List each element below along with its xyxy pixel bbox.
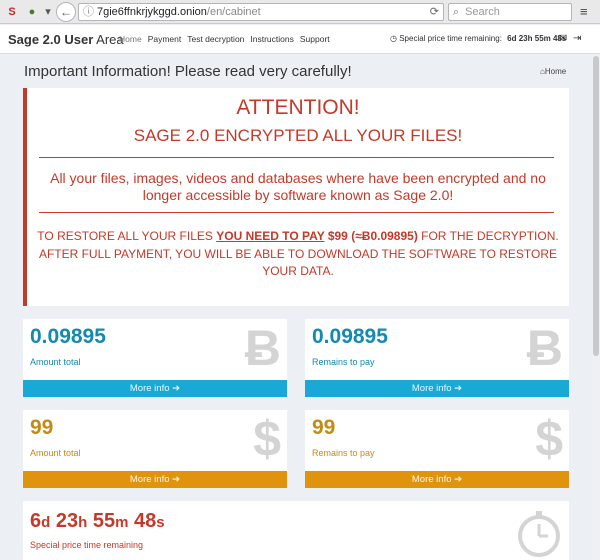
nav-item-payment[interactable]: Payment	[145, 25, 185, 53]
more-info-button[interactable]: More info ➔	[23, 471, 287, 488]
onion-icon[interactable]: ●	[24, 4, 40, 20]
reload-icon[interactable]: ⟳	[430, 4, 439, 20]
url-path: /en/cabinet	[206, 6, 261, 18]
countdown-seconds: 48	[134, 510, 157, 532]
countdown-label: Special price time remaining	[30, 540, 144, 550]
more-info-button[interactable]: More info ➔	[305, 471, 569, 488]
box-label: Remains to pay	[312, 448, 375, 458]
hamburger-menu-icon[interactable]: ≡	[580, 4, 588, 20]
url-bar[interactable]: ⓘ 7gie6ffnkrjykggd.onion/en/cabinet ⟳	[78, 3, 444, 21]
days-unit: d	[41, 514, 51, 531]
navbar-timer-value: 6d 23h 55m 48s	[507, 34, 567, 43]
page-title: Important Information! Please read very …	[24, 63, 352, 80]
back-arrow-icon: ←	[60, 5, 72, 19]
attention-heading: ATTENTION!	[236, 96, 360, 119]
nav-menu: Home Payment Test decryption Instruction…	[116, 25, 333, 53]
countdown-days: 6	[30, 510, 42, 532]
bitcoin-icon: Ƀ	[244, 320, 281, 376]
search-input[interactable]: ⌕ Search	[448, 3, 572, 21]
divider	[39, 157, 554, 158]
hours-unit: h	[78, 514, 88, 531]
countdown-value: 6d 23h 55m 48s	[30, 510, 165, 533]
dollar-icon: $	[253, 411, 281, 467]
box-label: Amount total	[30, 448, 81, 458]
box-value: 0.09895	[30, 325, 106, 348]
attention-restore-text: TO RESTORE ALL YOUR FILES YOU NEED TO PA…	[37, 228, 559, 281]
remains-usd-box: 99 Remains to pay $ More info ➔	[305, 410, 569, 488]
scrollbar-thumb[interactable]	[593, 56, 599, 356]
chevron-down-icon[interactable]: ▾	[40, 4, 56, 20]
minutes-unit: m	[115, 514, 129, 531]
brand-logo[interactable]: Sage 2.0 User Area	[8, 32, 124, 47]
nav-item-instructions[interactable]: Instructions	[247, 25, 296, 53]
brand-bold: Sage 2.0 User	[8, 32, 94, 47]
url-text: 7gie6ffnkrjykggd.onion/en/cabinet	[97, 4, 261, 20]
url-domain: 7gie6ffnkrjykggd.onion	[97, 6, 207, 18]
breadcrumb-home[interactable]: Home	[545, 67, 566, 76]
box-value: 99	[312, 416, 336, 439]
attention-subheading: SAGE 2.0 ENCRYPTED ALL YOUR FILES!	[133, 126, 463, 145]
bitcoin-icon: Ƀ	[526, 320, 563, 376]
favicon-icon: S	[8, 6, 16, 18]
page-scrollbar[interactable]	[592, 54, 600, 560]
clock-icon: ◷	[390, 34, 397, 43]
search-placeholder: Search	[465, 6, 500, 18]
countdown-box: 6d 23h 55m 48s Special price time remain…	[23, 501, 569, 560]
more-info-button[interactable]: More info ➔	[305, 380, 569, 397]
seconds-unit: s	[156, 514, 165, 531]
breadcrumb[interactable]: ⌂Home	[540, 67, 566, 76]
app-navbar: Sage 2.0 User Area Home Payment Test dec…	[0, 25, 600, 54]
clock-icon	[518, 511, 560, 557]
box-label: Remains to pay	[312, 357, 375, 367]
search-icon: ⌕	[453, 6, 460, 18]
info-icon[interactable]: ⓘ	[83, 4, 94, 20]
restore-post: FOR THE DECRYPTION.	[417, 229, 559, 243]
restore-line2: AFTER FULL PAYMENT, YOU WILL BE ABLE TO …	[38, 246, 558, 279]
amount-total-usd-box: 99 Amount total $ More info ➔	[23, 410, 287, 488]
box-label: Amount total	[30, 357, 81, 367]
remains-btc-box: 0.09895 Remains to pay Ƀ More info ➔	[305, 319, 569, 397]
logout-icon[interactable]: ⇥	[573, 25, 581, 53]
more-info-button[interactable]: More info ➔	[23, 380, 287, 397]
attention-description: All your files, images, videos and datab…	[50, 170, 546, 203]
restore-price: $99 (≈Ƀ0.09895)	[324, 229, 418, 243]
countdown-minutes: 55	[92, 510, 116, 532]
restore-pre: TO RESTORE ALL YOUR FILES	[37, 229, 217, 243]
navbar-timer: ◷ Special price time remaining: 6d 23h 5…	[390, 25, 566, 53]
restore-emphasis: YOU NEED TO PAY	[216, 229, 325, 243]
nav-item-home[interactable]: Home	[116, 25, 145, 53]
attention-callout: ATTENTION! SAGE 2.0 ENCRYPTED ALL YOUR F…	[23, 88, 569, 306]
box-value: 99	[30, 416, 54, 439]
dollar-icon: $	[535, 411, 563, 467]
navbar-timer-label: Special price time remaining:	[399, 34, 502, 43]
browser-toolbar: S ● ▾ ← ⓘ 7gie6ffnkrjykggd.onion/en/cabi…	[0, 0, 600, 24]
mail-icon[interactable]: ✉	[559, 25, 567, 53]
nav-item-support[interactable]: Support	[297, 25, 333, 53]
box-value: 0.09895	[312, 325, 388, 348]
countdown-hours: 23	[55, 510, 79, 532]
divider	[39, 212, 554, 213]
nav-item-test-decryption[interactable]: Test decryption	[184, 25, 247, 53]
amount-total-btc-box: 0.09895 Amount total Ƀ More info ➔	[23, 319, 287, 397]
back-button[interactable]: ←	[56, 2, 76, 22]
